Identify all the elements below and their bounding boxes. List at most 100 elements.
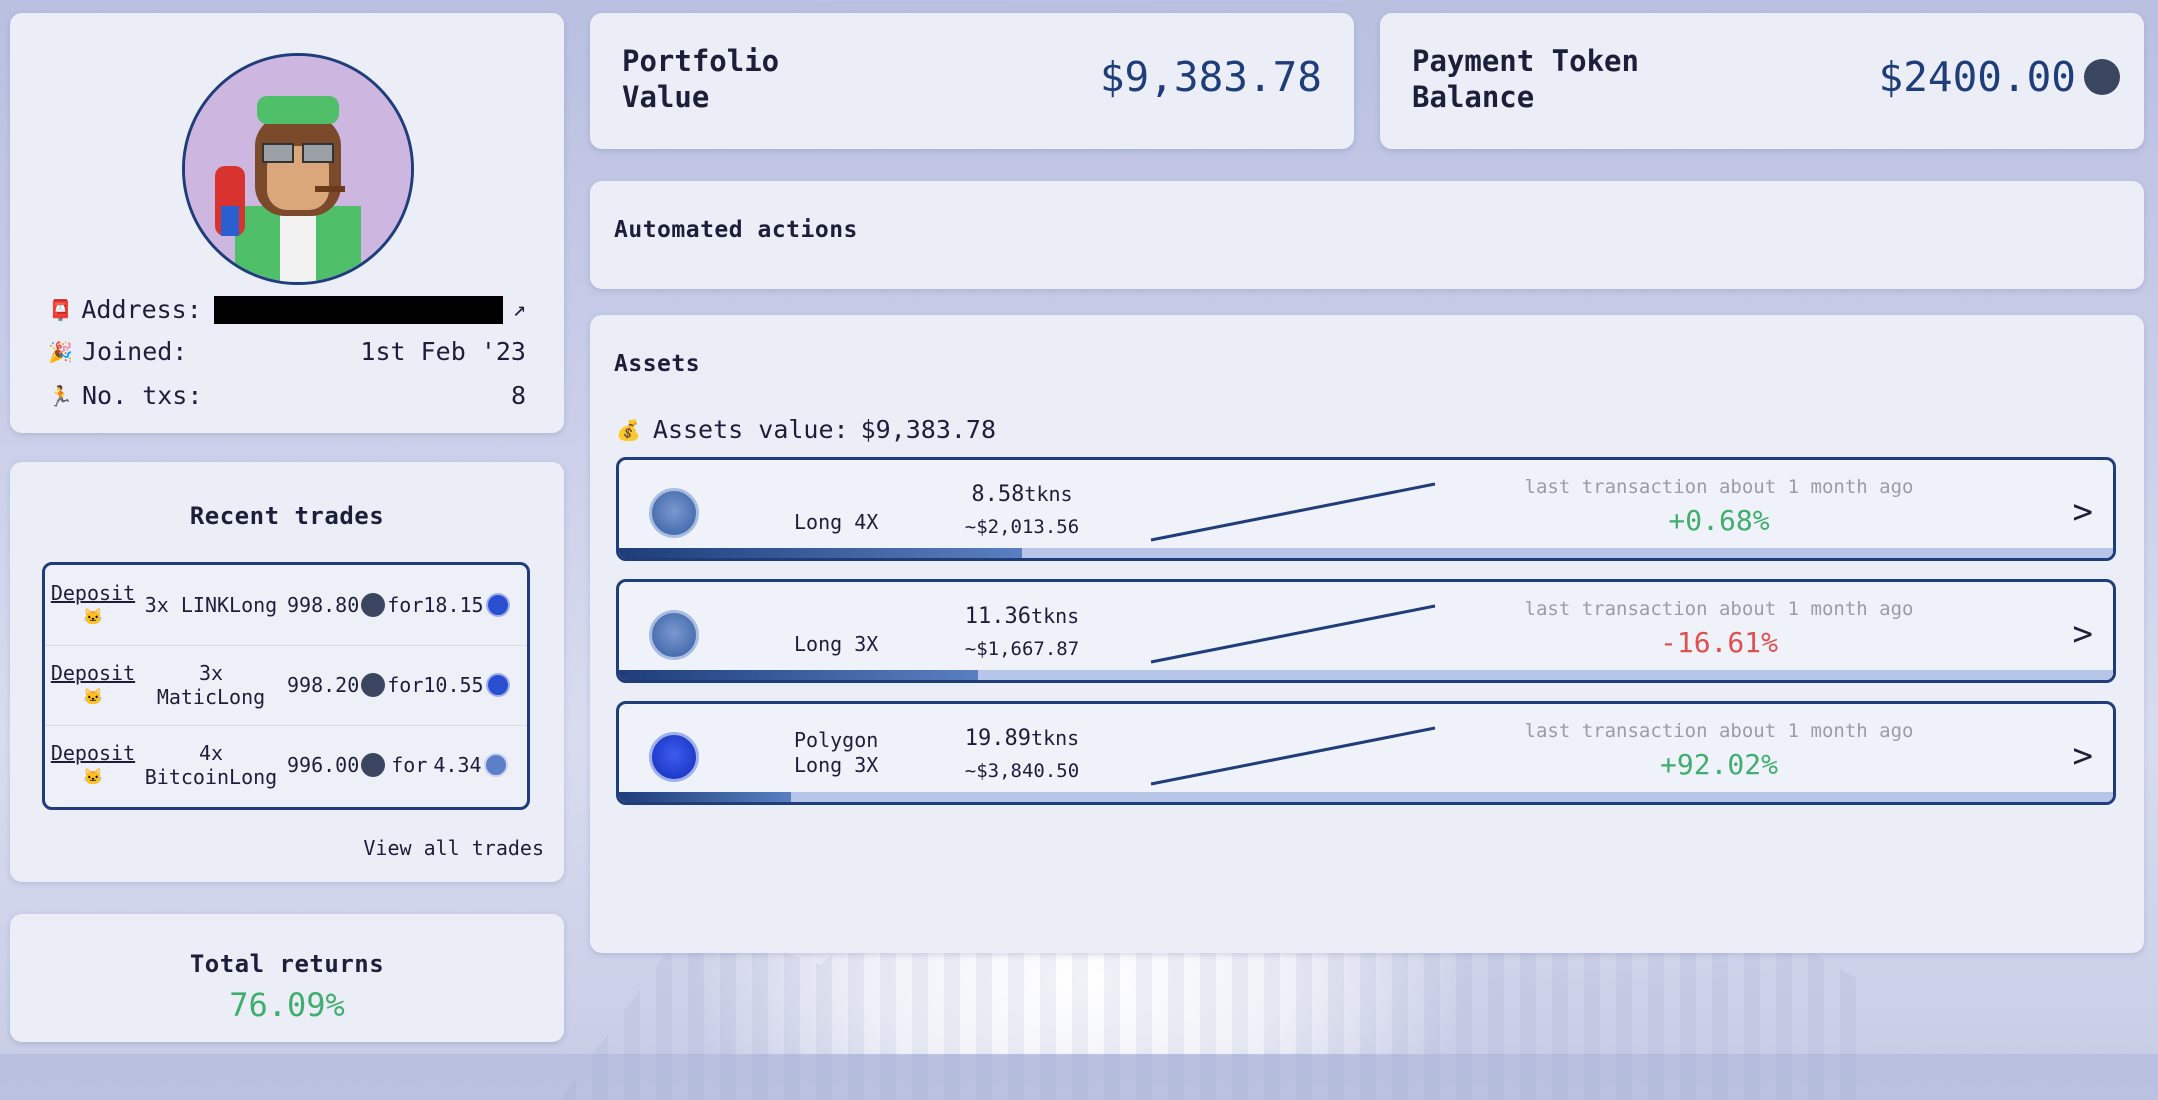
asset-progress-bar (619, 670, 2113, 680)
portfolio-value: $9,383.78 (1099, 53, 1322, 101)
asset-name: Long 3X (794, 632, 879, 656)
payment-token-card: Payment Token Balance $2400.00 (1380, 13, 2144, 149)
asset-name: Long 4X (794, 510, 879, 534)
chevron-right-icon[interactable]: > (2073, 492, 2093, 532)
trade-row[interactable]: Deposit 🐱 3x MaticLong 998.20 for 10.55 (45, 645, 527, 726)
payment-token-icon (361, 593, 386, 617)
trade-type-link[interactable]: Deposit (51, 661, 135, 685)
payment-token-label: Payment Token Balance (1412, 44, 1639, 114)
trade-name: 3x LINKLong (144, 593, 278, 617)
bitcoin-token-icon (483, 753, 508, 777)
joined-row: 🎉 Joined: 1st Feb '23 (48, 337, 526, 366)
address-redacted (213, 295, 503, 324)
trade-amount: 996.00 (287, 753, 360, 777)
assets-value-row: 💰 Assets value: $9,383.78 (616, 415, 996, 444)
assets-value: $9,383.78 (860, 415, 997, 444)
automated-actions-card: Automated actions (590, 181, 2144, 289)
asset-unit: tkns (1031, 604, 1080, 628)
joined-label: Joined: (82, 337, 188, 366)
assets-title: Assets (614, 351, 701, 377)
asset-usd: ~$2,013.56 (964, 516, 1080, 538)
trade-received: 4.34 (433, 753, 482, 777)
asset-sparkline (1150, 726, 1436, 786)
asset-last-tx: last transaction about 1 month ago (1524, 476, 1914, 498)
trade-type-link[interactable]: Deposit (51, 741, 135, 765)
total-returns-title: Total returns (189, 950, 385, 978)
matic-token-icon (649, 732, 699, 782)
portfolio-value-label: Portfolio Value (622, 44, 780, 114)
trade-for-label: for (391, 753, 428, 777)
address-label: Address: (81, 295, 202, 324)
profile-card: 📮 Address: ↗ 🎉 Joined: 1st Feb '23 🏃 No.… (10, 13, 564, 433)
trade-name: 4x BitcoinLong (144, 741, 278, 789)
asset-qty: 11.36 (964, 604, 1032, 629)
cat-icon: 🐱 (83, 767, 103, 786)
recent-trades-title: Recent trades (189, 502, 385, 530)
asset-progress-bar (619, 792, 2113, 802)
asset-usd: ~$1,667.87 (964, 638, 1080, 660)
txs-value: 8 (510, 381, 526, 410)
trade-row[interactable]: Deposit 🐱 3x LINKLong 998.80 for 18.15 (45, 565, 527, 646)
asset-progress-bar (619, 548, 2113, 558)
sparkline-line (1150, 482, 1436, 542)
view-all-trades-link[interactable]: View all trades (363, 836, 544, 860)
address-row: 📮 Address: ↗ (48, 295, 526, 324)
asset-unit: tkns (1031, 726, 1080, 750)
trade-name: 3x MaticLong (156, 661, 266, 709)
trade-received: 10.55 (423, 673, 484, 697)
runner-icon: 🏃 (48, 383, 73, 408)
chevron-right-icon[interactable]: > (2073, 736, 2093, 776)
matic-token-icon (485, 673, 510, 697)
recent-trades-card: Recent trades Deposit 🐱 3x LINKLong 998.8… (10, 462, 564, 882)
eth-token-icon (649, 610, 699, 660)
asset-name: Polygon Long 3X (794, 728, 879, 777)
mailbox-icon: 📮 (48, 297, 73, 322)
chevron-right-icon[interactable]: > (2073, 614, 2093, 654)
asset-usd: ~$3,840.50 (964, 760, 1080, 782)
asset-qty: 19.89 (964, 726, 1032, 751)
eth-token-icon (649, 488, 699, 538)
trade-for-label: for (387, 593, 424, 617)
money-bag-icon: 💰 (616, 417, 641, 442)
asset-sparkline (1150, 604, 1436, 664)
external-link-icon[interactable]: ↗ (513, 297, 526, 322)
trade-row[interactable]: Deposit 🐱 4x BitcoinLong 996.00 for 4.34 (45, 725, 527, 805)
asset-change: +92.02% (1659, 748, 1778, 781)
party-popper-icon: 🎉 (48, 339, 73, 364)
total-returns-card: Total returns 76.09% (10, 914, 564, 1042)
asset-sparkline (1150, 482, 1436, 542)
joined-value: 1st Feb '23 (360, 337, 526, 366)
payment-token-value: $2400.00 (1878, 53, 2076, 101)
avatar (182, 53, 414, 285)
link-token-icon (485, 593, 510, 617)
total-returns-value: 76.09% (229, 986, 345, 1024)
trade-for-label: for (387, 673, 424, 697)
asset-change: +0.68% (1668, 504, 1770, 537)
asset-last-tx: last transaction about 1 month ago (1524, 720, 1914, 742)
asset-row[interactable]: Long 3X 11.36tkns ~$1,667.87 last transa… (616, 579, 2116, 683)
asset-last-tx: last transaction about 1 month ago (1524, 598, 1914, 620)
txs-label: No. txs: (82, 381, 203, 410)
trade-amount: 998.80 (287, 593, 360, 617)
portfolio-value-card: Portfolio Value $9,383.78 (590, 13, 1354, 149)
payment-token-icon (2084, 59, 2120, 95)
trades-list: Deposit 🐱 3x LINKLong 998.80 for 18.15 De… (42, 562, 530, 810)
asset-row[interactable]: Polygon Long 3X 19.89tkns ~$3,840.50 las… (616, 701, 2116, 805)
assets-value-label: Assets value: (652, 415, 849, 444)
txs-row: 🏃 No. txs: 8 (48, 381, 526, 410)
payment-token-icon (361, 673, 386, 697)
sparkline-line (1150, 726, 1436, 786)
trade-amount: 998.20 (287, 673, 360, 697)
asset-qty: 8.58 (971, 482, 1025, 507)
asset-unit: tkns (1024, 482, 1073, 506)
automated-actions-title: Automated actions (614, 217, 858, 243)
assets-card: Assets 💰 Assets value: $9,383.78 Long 4X… (590, 315, 2144, 953)
payment-token-icon (361, 753, 386, 777)
cat-icon: 🐱 (83, 687, 103, 706)
asset-row[interactable]: Long 4X 8.58tkns ~$2,013.56 last transac… (616, 457, 2116, 561)
cat-icon: 🐱 (83, 607, 103, 626)
trade-type-link[interactable]: Deposit (51, 581, 135, 605)
sparkline-line (1150, 604, 1436, 664)
asset-change: -16.61% (1659, 626, 1778, 659)
trade-received: 18.15 (423, 593, 484, 617)
